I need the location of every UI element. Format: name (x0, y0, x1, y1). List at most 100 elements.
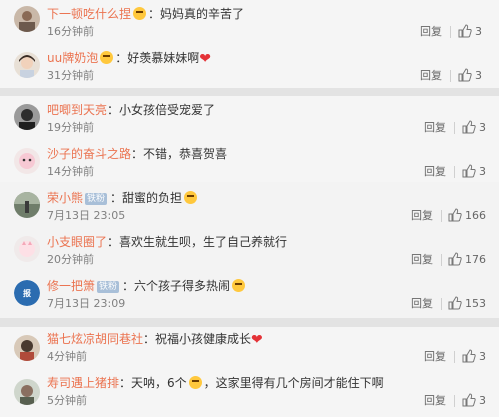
divider (454, 166, 455, 178)
reply-button[interactable]: 回复 (420, 25, 442, 39)
comment-time: 5分钟前 (47, 394, 87, 407)
thumbs-up-icon[interactable] (448, 252, 462, 266)
comment-text: 祝福小孩健康成长 (155, 332, 252, 346)
comment-item: 报 修一把箫 铁粉 ：六个孩子得多热闹 7月13日 23:09 回复 153 (0, 274, 499, 318)
comment-text: 天呐，6个 (131, 376, 187, 390)
comment-line: uu牌奶泡 ：好羡慕妹妹啊❤ (47, 51, 211, 67)
username-link[interactable]: 吧唧到天亮 (47, 103, 107, 117)
comment-item: 荣小熊 铁粉 ：甜蜜的负担 7月13日 23:05 回复 166 (0, 186, 499, 230)
avatar[interactable] (14, 6, 40, 32)
username-link[interactable]: 小支眼圈了 (47, 235, 107, 249)
comment-line: 下一顿吃什么捏 ：妈妈真的辛苦了 (47, 7, 245, 21)
avatar[interactable] (14, 52, 40, 78)
username-link[interactable]: 沙子的奋斗之路 (47, 147, 131, 161)
comment-text: 不错，恭喜贺喜 (143, 147, 228, 161)
comment-time: 20分钟前 (47, 253, 94, 266)
comment-line: 小支眼圈了：喜欢生就生呗，生了自己养就行 (47, 235, 288, 249)
fan-badge: 铁粉 (97, 281, 120, 293)
comment-time: 14分钟前 (47, 165, 94, 178)
thumbs-up-icon[interactable] (462, 164, 476, 178)
comment-line: 荣小熊 铁粉 ：甜蜜的负担 (47, 190, 199, 206)
reply-button[interactable]: 回复 (411, 297, 433, 311)
comment-line: 吧唧到天亮：小女孩倍受宠爱了 (47, 103, 216, 117)
like-count: 176 (465, 253, 486, 266)
reply-button[interactable]: 回复 (424, 350, 446, 364)
comment-text: 甜蜜的负担 (122, 191, 183, 205)
reply-button[interactable]: 回复 (411, 253, 433, 267)
comment-text: 好羡慕妹妹啊 (127, 51, 200, 65)
reply-button[interactable]: 回复 (424, 394, 446, 408)
emoji-smile-icon (100, 51, 114, 64)
thumbs-up-icon[interactable] (462, 349, 476, 363)
avatar[interactable] (14, 104, 40, 130)
divider (441, 254, 442, 266)
divider (441, 298, 442, 310)
username-link[interactable]: 寿司遇上猪排 (47, 376, 119, 390)
thumbs-up-icon[interactable] (448, 208, 462, 222)
comment-item: uu牌奶泡 ：好羡慕妹妹啊❤ 31分钟前 回复 3 (0, 46, 499, 88)
comment-time: 7月13日 23:09 (47, 297, 126, 310)
comment-item: 猫七炫凉胡同巷社：祝福小孩健康成长❤ 4分钟前 回复 3 (0, 327, 499, 371)
username-link[interactable]: 荣小熊 (47, 191, 83, 205)
fan-badge: 铁粉 (85, 193, 108, 205)
username-link[interactable]: uu牌奶泡 (47, 51, 98, 65)
heart-icon: ❤ (199, 51, 211, 67)
like-count: 166 (465, 209, 486, 222)
reply-button[interactable]: 回复 (424, 165, 446, 179)
comment-panel-3: 荣小熊 铁粉 ：甜蜜的负担 7月13日 23:05 回复 166 小支眼圈了：喜欢生… (0, 182, 499, 318)
like-count: 3 (475, 25, 482, 38)
svg-text:报: 报 (23, 288, 31, 298)
comment-line: 沙子的奋斗之路：不错，恭喜贺喜 (47, 147, 228, 161)
comment-item: 寿司遇上猪排：天呐，6个 ，这家里得有几个房间才能住下啊 5分钟前 回复 3 (0, 371, 499, 417)
avatar[interactable] (14, 335, 40, 361)
username-link[interactable]: 下一顿吃什么捏 (47, 7, 131, 21)
thumbs-up-icon[interactable] (458, 24, 472, 38)
comment-time: 4分钟前 (47, 350, 87, 363)
comment-text: 喜欢生就生呗，生了自己养就行 (119, 235, 288, 249)
thumbs-up-icon[interactable] (462, 120, 476, 134)
divider (454, 351, 455, 363)
like-count: 3 (479, 121, 486, 134)
avatar[interactable]: 报 (14, 280, 40, 306)
divider (450, 26, 451, 38)
avatar[interactable] (14, 148, 40, 174)
username-link[interactable]: 修一把箫 (47, 279, 95, 293)
like-count: 3 (479, 350, 486, 363)
avatar[interactable] (14, 192, 40, 218)
comment-text-continued: ，这家里得有几个房间才能住下啊 (203, 376, 384, 390)
emoji-smile-icon (188, 376, 202, 389)
thumbs-up-icon[interactable] (448, 296, 462, 310)
divider (441, 210, 442, 222)
emoji-smile-icon (184, 191, 198, 204)
divider (454, 122, 455, 134)
thumbs-up-icon[interactable] (462, 393, 476, 407)
like-count: 3 (479, 394, 486, 407)
like-count: 3 (479, 165, 486, 178)
comment-text: 六个孩子得多热闹 (134, 279, 231, 293)
reply-button[interactable]: 回复 (411, 209, 433, 223)
comment-time: 16分钟前 (47, 25, 94, 38)
comment-text: 妈妈真的辛苦了 (160, 7, 245, 21)
like-count: 3 (475, 69, 482, 82)
comment-line: 寿司遇上猪排：天呐，6个 ，这家里得有几个房间才能住下啊 (47, 376, 384, 390)
comment-item: 下一顿吃什么捏 ：妈妈真的辛苦了 16分钟前 回复 3 (0, 2, 499, 44)
heart-icon: ❤ (251, 332, 263, 348)
comment-time: 7月13日 23:05 (47, 209, 126, 222)
comment-time: 31分钟前 (47, 69, 94, 82)
comment-text: 小女孩倍受宠爱了 (119, 103, 216, 117)
comment-panel-1: 下一顿吃什么捏 ：妈妈真的辛苦了 16分钟前 回复 3 uu牌奶泡 ：好羡慕妹妹啊❤… (0, 0, 499, 88)
comment-item: 沙子的奋斗之路：不错，恭喜贺喜 14分钟前 回复 3 (0, 142, 499, 182)
avatar[interactable] (14, 379, 40, 405)
thumbs-up-icon[interactable] (458, 68, 472, 82)
like-count: 153 (465, 297, 486, 310)
emoji-smile-icon (133, 7, 147, 20)
comment-line: 猫七炫凉胡同巷社：祝福小孩健康成长❤ (47, 332, 263, 348)
reply-button[interactable]: 回复 (420, 69, 442, 83)
comment-panel-2: 吧唧到天亮：小女孩倍受宠爱了 19分钟前 回复 3 沙子的奋斗之路：不错，恭喜贺… (0, 96, 499, 182)
username-link[interactable]: 猫七炫凉胡同巷社 (47, 332, 143, 346)
avatar[interactable] (14, 236, 40, 262)
comment-panel-4: 猫七炫凉胡同巷社：祝福小孩健康成长❤ 4分钟前 回复 3 寿司遇上猪排：天呐，6… (0, 327, 499, 417)
comment-item: 小支眼圈了：喜欢生就生呗，生了自己养就行 20分钟前 回复 176 (0, 230, 499, 274)
reply-button[interactable]: 回复 (424, 121, 446, 135)
comment-line: 修一把箫 铁粉 ：六个孩子得多热闹 (47, 278, 247, 294)
